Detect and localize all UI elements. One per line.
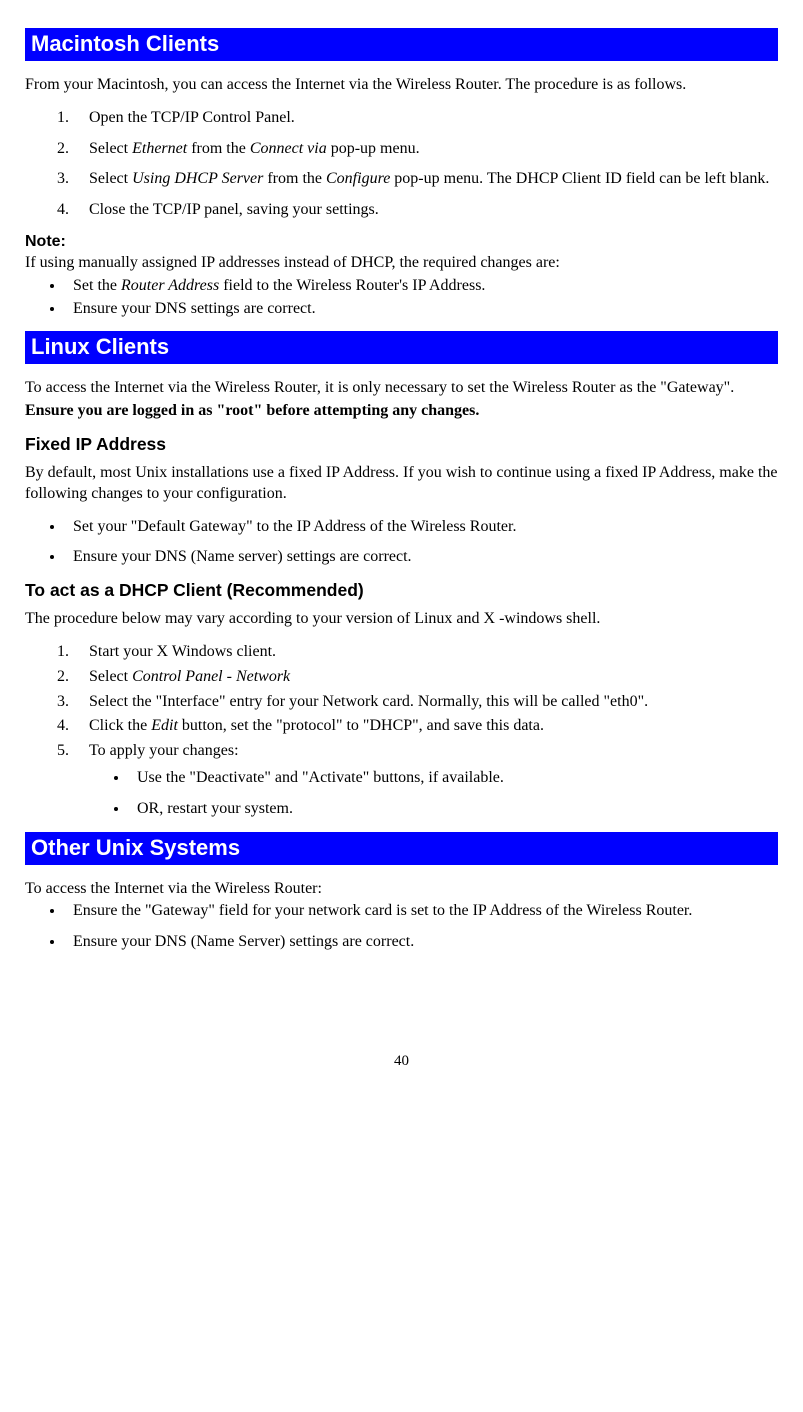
section-header-unix: Other Unix Systems (25, 832, 778, 865)
section-header-macintosh: Macintosh Clients (25, 28, 778, 61)
list-item: Click the Edit button, set the "protocol… (73, 716, 778, 737)
list-item: Select Control Panel - Network (73, 667, 778, 688)
subheader-dhcp-client: To act as a DHCP Client (Recommended) (25, 580, 778, 601)
list-item: Ensure the "Gateway" field for your netw… (65, 901, 778, 922)
unix-bullets: Ensure the "Gateway" field for your netw… (25, 901, 778, 953)
note-label: Note: (25, 233, 778, 251)
list-item: Select Using DHCP Server from the Config… (73, 169, 778, 190)
list-item: Select Ethernet from the Connect via pop… (73, 139, 778, 160)
list-item: Close the TCP/IP panel, saving your sett… (73, 200, 778, 221)
list-item: Open the TCP/IP Control Panel. (73, 108, 778, 129)
section-header-linux: Linux Clients (25, 331, 778, 364)
list-item: Select the "Interface" entry for your Ne… (73, 692, 778, 713)
list-item: Start your X Windows client. (73, 642, 778, 663)
list-item: To apply your changes: Use the "Deactiva… (73, 741, 778, 819)
list-item: Set the Router Address field to the Wire… (65, 276, 778, 297)
mac-steps: Open the TCP/IP Control Panel. Select Et… (25, 108, 778, 221)
dhcp-intro: The procedure below may vary according t… (25, 609, 778, 630)
mac-intro: From your Macintosh, you can access the … (25, 75, 778, 96)
unix-intro: To access the Internet via the Wireless … (25, 879, 778, 900)
list-item: Ensure your DNS settings are correct. (65, 299, 778, 320)
subheader-fixed-ip: Fixed IP Address (25, 434, 778, 455)
note-text: If using manually assigned IP addresses … (25, 253, 778, 274)
list-item: Use the "Deactivate" and "Activate" butt… (129, 768, 778, 789)
list-item: Ensure your DNS (Name server) settings a… (65, 547, 778, 568)
page-number: 40 (25, 1053, 778, 1070)
fixed-ip-bullets: Set your "Default Gateway" to the IP Add… (25, 517, 778, 569)
list-item: OR, restart your system. (129, 799, 778, 820)
fixed-ip-text: By default, most Unix installations use … (25, 463, 778, 505)
note-bullets: Set the Router Address field to the Wire… (25, 276, 778, 320)
list-item: Ensure your DNS (Name Server) settings a… (65, 932, 778, 953)
apply-changes-bullets: Use the "Deactivate" and "Activate" butt… (89, 768, 778, 820)
list-item: Set your "Default Gateway" to the IP Add… (65, 517, 778, 538)
linux-root-warning: Ensure you are logged in as "root" befor… (25, 401, 778, 422)
linux-intro: To access the Internet via the Wireless … (25, 378, 778, 399)
dhcp-steps: Start your X Windows client. Select Cont… (25, 642, 778, 820)
